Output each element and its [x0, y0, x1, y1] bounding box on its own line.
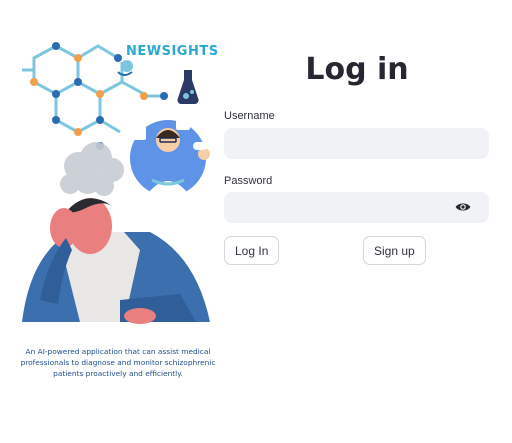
password-label: Password [224, 175, 273, 187]
username-label: Username [224, 110, 275, 122]
brand-name: NEWSIGHTS [126, 44, 219, 59]
brand-logo-icon [117, 60, 133, 76]
username-input[interactable] [224, 128, 489, 159]
signup-button[interactable]: Sign up [363, 236, 426, 265]
illustration-caption: An AI-powered application that can assis… [20, 347, 216, 378]
doctor-icon [130, 114, 210, 196]
distressed-man [22, 198, 210, 324]
password-input[interactable] [224, 192, 489, 223]
login-button[interactable]: Log In [224, 236, 280, 265]
pill-icon [193, 142, 207, 150]
eye-icon[interactable] [455, 200, 471, 214]
worry-cloud [60, 142, 124, 196]
illustration-image [22, 42, 210, 324]
page-title: Log in [305, 52, 409, 87]
flask-icon [177, 70, 199, 105]
